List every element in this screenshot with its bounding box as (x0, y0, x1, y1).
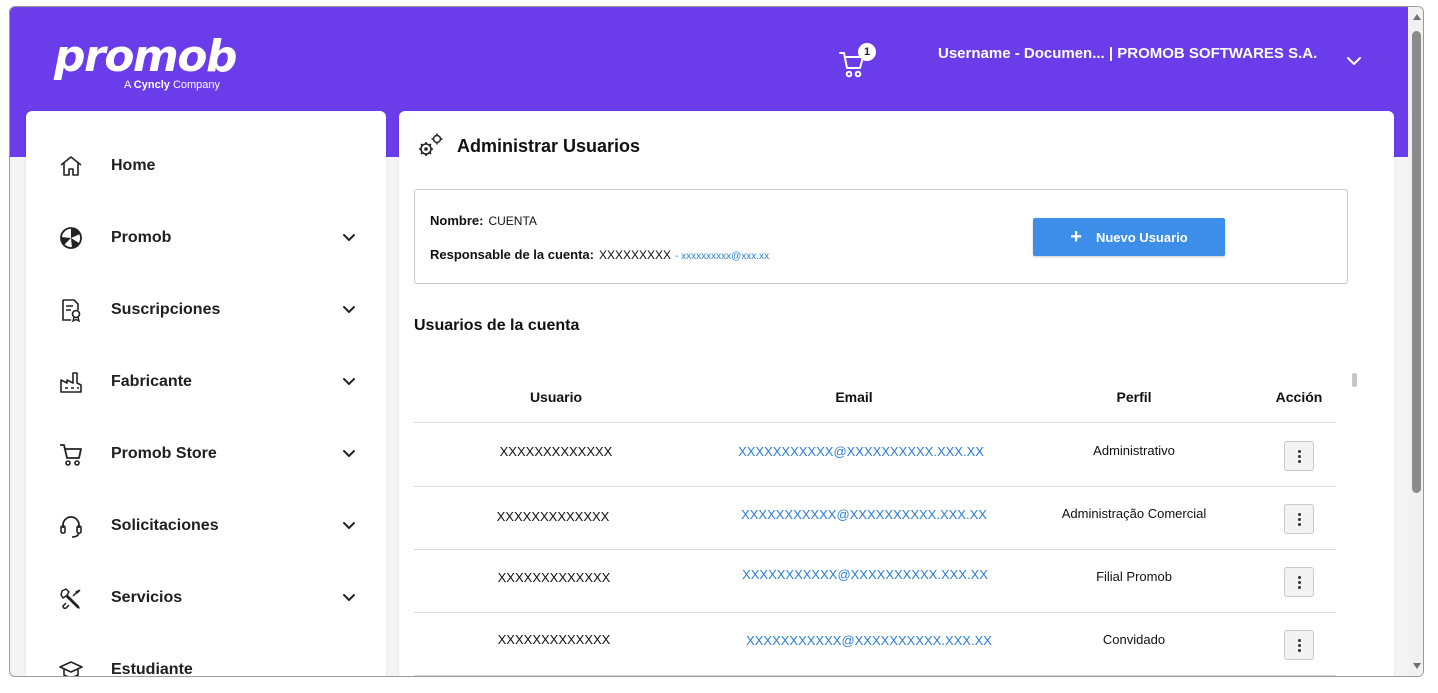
sidebar-item-label: Estudiante (111, 661, 193, 677)
cart-icon (60, 444, 82, 466)
account-name-row: Nombre: CUENTA (430, 213, 537, 228)
cell-user: XXXXXXXXXXXXX (496, 509, 610, 524)
sidebar-item-label: Suscripciones (111, 301, 221, 318)
cell-email[interactable]: XXXXXXXXXXX@XXXXXXXXXX.XXX.XX (742, 567, 988, 582)
sidebar-item-servicios[interactable]: Servicios (26, 573, 386, 623)
table-header: Usuario Email Perfil Acción (414, 371, 1336, 423)
cell-profile: Administração Comercial (1061, 506, 1207, 521)
headset-icon (60, 516, 82, 538)
sidebar-item-label: Home (111, 157, 156, 174)
plus-icon: + (1070, 226, 1082, 248)
sidebar-item-estudiante[interactable]: Estudiante (26, 645, 386, 677)
account-owner-email[interactable]: - xxxxxxxxxx@xxx.xx (675, 251, 769, 262)
logo-tagline-brand: Cyncly (133, 79, 170, 91)
chevron-down-icon (343, 522, 355, 530)
promob-icon (60, 227, 82, 249)
cell-profile: Convidado (1102, 632, 1166, 647)
account-owner-value: XXXXXXXXX (599, 248, 672, 262)
sidebar-item-suscripciones[interactable]: Suscripciones (26, 285, 386, 335)
new-user-button[interactable]: + Nuevo Usuario (1033, 218, 1225, 256)
cell-email[interactable]: XXXXXXXXXXX@XXXXXXXXXX.XXX.XX (738, 444, 984, 459)
cart-button[interactable]: 1 (838, 43, 878, 81)
row-action-button[interactable] (1284, 567, 1314, 597)
scroll-up-arrow-icon[interactable] (1413, 14, 1421, 20)
certificate-icon (62, 299, 81, 323)
column-header-email[interactable]: Email (835, 389, 872, 405)
kebab-menu-icon (1297, 512, 1301, 527)
logo-tagline-prefix: A (124, 79, 131, 91)
table-row: XXXXXXXXXXXXX XXXXXXXXXXX@XXXXXXXXXX.XXX… (414, 424, 1336, 487)
logo-wordmark: promob (54, 31, 238, 82)
users-section-title: Usuarios de la cuenta (414, 317, 580, 334)
sidebar-item-label: Promob Store (111, 445, 217, 462)
user-account-label[interactable]: Username - Documen... | PROMOB SOFTWARES… (938, 43, 1318, 64)
sidebar-item-promob-store[interactable]: Promob Store (26, 429, 386, 479)
cell-profile: Administrativo (1093, 443, 1175, 458)
cell-profile: Filial Promob (1096, 569, 1172, 584)
scroll-down-arrow-icon[interactable] (1413, 663, 1421, 669)
promob-logo[interactable]: promob A Cyncly Company (54, 31, 238, 92)
cell-user: XXXXXXXXXXXXX (497, 632, 611, 647)
scrollbar-thumb[interactable] (1412, 31, 1421, 493)
chevron-down-icon (343, 594, 355, 602)
kebab-menu-icon (1297, 575, 1301, 590)
sidebar: Home Promob Suscripciones Fabricante Pro… (26, 111, 386, 677)
logo-tagline: A Cyncly Company (124, 79, 220, 91)
column-header-usuario[interactable]: Usuario (530, 389, 582, 405)
cell-user: XXXXXXXXXXXXX (497, 570, 611, 585)
sidebar-item-promob[interactable]: Promob (26, 213, 386, 263)
factory-icon (60, 372, 82, 393)
table-row: XXXXXXXXXXXXX XXXXXXXXXXX@XXXXXXXXXX.XXX… (414, 487, 1336, 550)
chevron-down-icon[interactable] (1344, 53, 1364, 69)
account-owner-label: Responsable de la cuenta: (430, 247, 594, 262)
page-scrollbar[interactable] (1409, 7, 1423, 676)
chevron-down-icon (343, 450, 355, 458)
account-owner-row: Responsable de la cuenta: XXXXXXXXX - xxxx… (430, 247, 769, 262)
sidebar-item-label: Fabricante (111, 373, 192, 390)
sidebar-item-home[interactable]: Home (26, 141, 386, 191)
sidebar-item-fabricante[interactable]: Fabricante (26, 357, 386, 407)
app-window: promob A Cyncly Company 1 Username - Doc… (9, 6, 1424, 677)
new-user-button-label: Nuevo Usuario (1095, 229, 1188, 245)
gears-icon (419, 133, 443, 156)
kebab-menu-icon (1297, 638, 1301, 653)
table-row: XXXXXXXXXXXXX XXXXXXXXXXX@XXXXXXXXXX.XXX… (414, 550, 1336, 613)
cell-email[interactable]: XXXXXXXXXXX@XXXXXXXXXX.XXX.XX (741, 507, 987, 522)
account-info-card: Nombre: CUENTA Responsable de la cuenta: X… (414, 189, 1348, 284)
row-action-button[interactable] (1284, 630, 1314, 660)
sidebar-item-solicitaciones[interactable]: Solicitaciones (26, 501, 386, 551)
table-row: XXXXXXXXXXXXX XXXXXXXXXXX@XXXXXXXXXX.XXX… (414, 613, 1336, 676)
account-name-label: Nombre: (430, 213, 484, 228)
column-header-accion: Acción (1275, 389, 1323, 405)
graduation-cap-icon (59, 661, 83, 676)
main-panel: Administrar Usuarios Nombre: CUENTA Respo… (399, 111, 1394, 676)
account-name-value: CUENTA (488, 214, 537, 228)
sidebar-item-label: Servicios (111, 589, 183, 606)
home-icon (60, 156, 82, 176)
logo-tagline-suffix: Company (172, 79, 221, 91)
table-scrollbar[interactable] (1352, 373, 1357, 387)
page-title: Administrar Usuarios (457, 136, 641, 156)
sidebar-item-label: Promob (111, 229, 172, 246)
cell-email[interactable]: XXXXXXXXXXX@XXXXXXXXXX.XXX.XX (746, 633, 992, 648)
chevron-down-icon (343, 234, 355, 242)
column-header-perfil[interactable]: Perfil (1116, 389, 1151, 405)
chevron-down-icon (343, 378, 355, 386)
sidebar-item-label: Solicitaciones (111, 517, 219, 534)
cell-user: XXXXXXXXXXXXX (499, 444, 613, 459)
cart-count-badge: 1 (858, 43, 876, 61)
row-action-button[interactable] (1284, 441, 1314, 471)
chevron-down-icon (343, 306, 355, 314)
row-action-button[interactable] (1284, 504, 1314, 534)
tools-icon (60, 588, 81, 610)
kebab-menu-icon (1297, 449, 1301, 464)
